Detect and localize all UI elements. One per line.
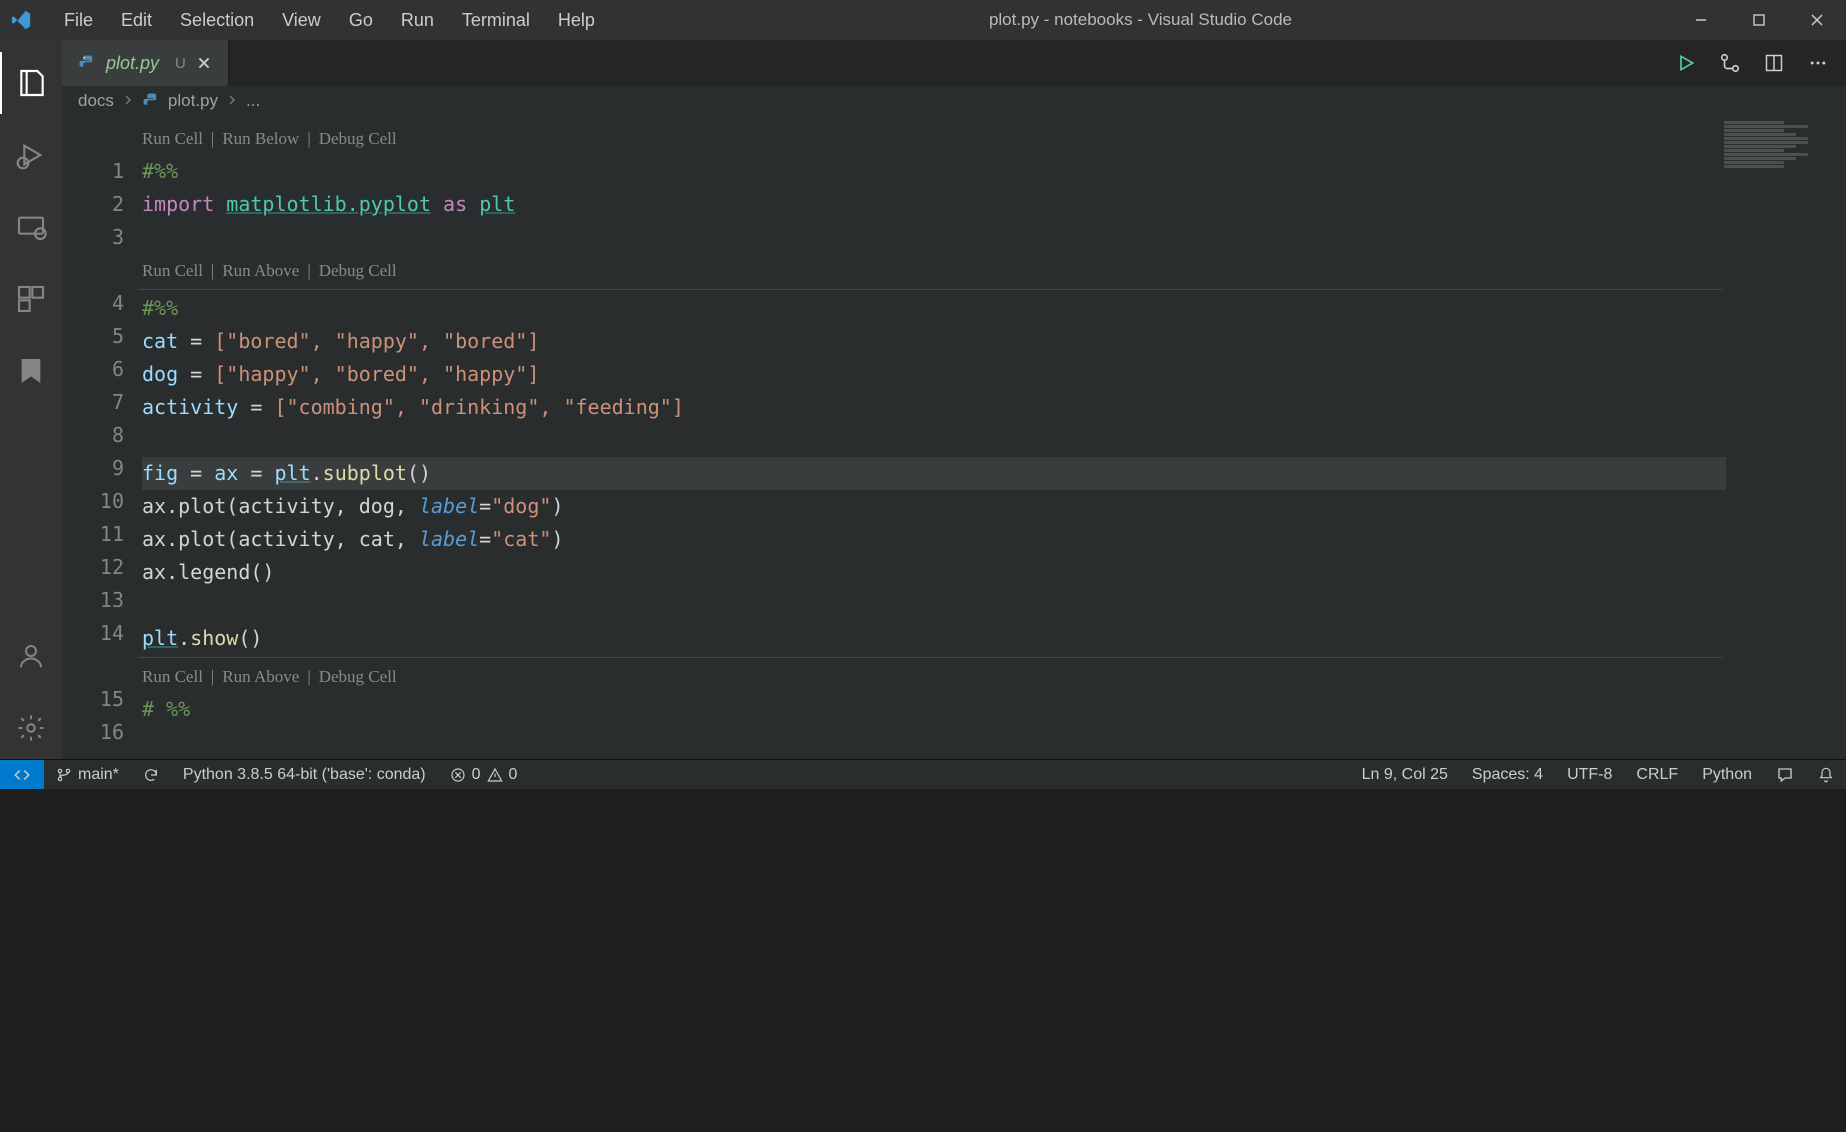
extensions-icon[interactable] bbox=[0, 268, 62, 330]
menu-terminal[interactable]: Terminal bbox=[448, 4, 544, 37]
codelens-cell-1: Run Cell| Run Below| Debug Cell bbox=[142, 122, 1846, 155]
tab-close-icon[interactable] bbox=[196, 55, 212, 71]
minimap[interactable] bbox=[1724, 120, 1844, 180]
status-notifications-icon[interactable] bbox=[1806, 767, 1846, 783]
breadcrumb-folder[interactable]: docs bbox=[78, 91, 114, 111]
status-feedback-icon[interactable] bbox=[1764, 766, 1806, 784]
codelens-run-above[interactable]: Run Above bbox=[222, 254, 299, 287]
account-icon[interactable] bbox=[0, 625, 62, 687]
codelens-cell-2: Run Cell| Run Above| Debug Cell bbox=[142, 254, 1846, 287]
editor-actions bbox=[1674, 40, 1846, 86]
more-actions-icon[interactable] bbox=[1806, 51, 1830, 75]
breadcrumb-tail[interactable]: ... bbox=[246, 91, 260, 111]
run-file-icon[interactable] bbox=[1674, 51, 1698, 75]
title-bar: File Edit Selection View Go Run Terminal… bbox=[0, 0, 1846, 40]
bookmark-icon[interactable] bbox=[0, 340, 62, 402]
editor-area: plot.py U docs plot.py ... 1 bbox=[62, 40, 1846, 759]
codelens-run-cell[interactable]: Run Cell bbox=[142, 254, 203, 287]
remote-indicator[interactable] bbox=[0, 760, 44, 789]
menu-selection[interactable]: Selection bbox=[166, 4, 268, 37]
remote-explorer-icon[interactable] bbox=[0, 196, 62, 258]
codelens-run-below[interactable]: Run Below bbox=[222, 122, 299, 155]
status-interpreter[interactable]: Python 3.8.5 64-bit ('base': conda) bbox=[171, 766, 438, 784]
status-indentation[interactable]: Spaces: 4 bbox=[1460, 766, 1555, 784]
explorer-icon[interactable] bbox=[0, 52, 62, 114]
cell-divider bbox=[138, 289, 1722, 290]
breadcrumb-file[interactable]: plot.py bbox=[168, 91, 218, 111]
status-sync-icon[interactable] bbox=[131, 767, 171, 783]
editor-body[interactable]: 1 2 3 4 5 6 7 8 9 10 11 12 13 14 15 16 bbox=[62, 116, 1846, 759]
codelens-debug-cell[interactable]: Debug Cell bbox=[319, 660, 397, 693]
codelens-run-above[interactable]: Run Above bbox=[222, 660, 299, 693]
status-cursor-position[interactable]: Ln 9, Col 25 bbox=[1350, 766, 1460, 784]
chevron-right-icon bbox=[226, 91, 238, 111]
window-title: plot.py - notebooks - Visual Studio Code bbox=[609, 10, 1672, 30]
menu-run[interactable]: Run bbox=[387, 4, 448, 37]
line-number-gutter: 1 2 3 4 5 6 7 8 9 10 11 12 13 14 15 16 bbox=[62, 116, 142, 759]
menu-bar: File Edit Selection View Go Run Terminal… bbox=[50, 4, 609, 37]
tab-modified-badge: U bbox=[175, 55, 186, 72]
window-maximize-button[interactable] bbox=[1730, 0, 1788, 40]
codelens-debug-cell[interactable]: Debug Cell bbox=[319, 254, 397, 287]
code-content[interactable]: Run Cell| Run Below| Debug Cell #%% impo… bbox=[142, 116, 1846, 759]
compare-changes-icon[interactable] bbox=[1718, 51, 1742, 75]
status-eol[interactable]: CRLF bbox=[1624, 766, 1690, 784]
menu-help[interactable]: Help bbox=[544, 4, 609, 37]
status-encoding[interactable]: UTF-8 bbox=[1555, 766, 1624, 784]
menu-file[interactable]: File bbox=[50, 4, 107, 37]
chevron-right-icon bbox=[122, 91, 134, 111]
menu-go[interactable]: Go bbox=[335, 4, 387, 37]
codelens-debug-cell[interactable]: Debug Cell bbox=[319, 122, 397, 155]
split-editor-icon[interactable] bbox=[1762, 51, 1786, 75]
codelens-run-cell[interactable]: Run Cell bbox=[142, 660, 203, 693]
python-file-icon bbox=[142, 92, 160, 110]
codelens-cell-3: Run Cell| Run Above| Debug Cell bbox=[142, 660, 1846, 693]
codelens-run-cell[interactable]: Run Cell bbox=[142, 122, 203, 155]
python-file-icon bbox=[78, 54, 96, 72]
menu-edit[interactable]: Edit bbox=[107, 4, 166, 37]
status-language-mode[interactable]: Python bbox=[1690, 766, 1764, 784]
tab-filename: plot.py bbox=[106, 53, 159, 74]
status-problems[interactable]: 0 0 bbox=[438, 766, 530, 784]
tab-plot-py[interactable]: plot.py U bbox=[62, 40, 229, 86]
menu-view[interactable]: View bbox=[268, 4, 335, 37]
run-debug-icon[interactable] bbox=[0, 124, 62, 186]
activity-bar bbox=[0, 40, 62, 759]
status-git-branch[interactable]: main* bbox=[44, 766, 131, 784]
editor-tabs: plot.py U bbox=[62, 40, 1846, 86]
vscode-logo-icon bbox=[10, 9, 32, 31]
window-close-button[interactable] bbox=[1788, 0, 1846, 40]
status-bar: main* Python 3.8.5 64-bit ('base': conda… bbox=[0, 759, 1846, 789]
settings-gear-icon[interactable] bbox=[0, 697, 62, 759]
breadcrumb: docs plot.py ... bbox=[62, 86, 1846, 116]
cell-divider bbox=[138, 657, 1722, 658]
window-minimize-button[interactable] bbox=[1672, 0, 1730, 40]
active-line: fig = ax = plt.subplot() bbox=[142, 457, 1726, 490]
